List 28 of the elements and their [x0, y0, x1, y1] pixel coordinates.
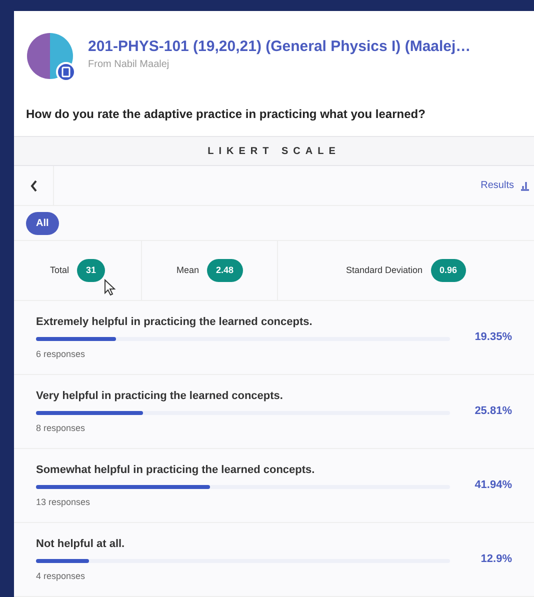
filter-chip[interactable]: All [26, 212, 59, 234]
stat-label: Standard Deviation [346, 264, 423, 277]
sender-name: From Nabil Maalej [88, 58, 170, 72]
course-title[interactable]: 201-PHYS-101 (19,20,21) (General Physics I) (Maalej… [88, 37, 471, 57]
section-title: LIKERT SCALE [208, 144, 340, 158]
stat-value: 0.96 [430, 258, 466, 282]
option-label: Not helpful at all. [36, 536, 126, 552]
question-text: How do you rate the adaptive practice in practicing what you learned? [26, 107, 426, 121]
option-label: Extremely helpful in practicing the learned concepts. [36, 314, 314, 330]
response-count: 4 responses [36, 570, 86, 583]
response-count: 8 responses [36, 422, 86, 435]
stat-value: 2.48 [206, 258, 243, 282]
option-label: Very helpful in practicing the learned concepts. [36, 388, 284, 404]
stat-label: Total [50, 264, 69, 277]
response-count: 13 responses [36, 496, 92, 509]
percentage: 12.9% [480, 552, 512, 568]
course-avatar-icon [26, 32, 76, 82]
stat-label: Mean [176, 264, 199, 277]
option-label: Somewhat helpful in practicing the learned concepts. [36, 462, 316, 478]
percentage: 25.81% [474, 404, 512, 420]
results-link[interactable]: Results [480, 178, 514, 193]
percentage: 41.94% [474, 478, 512, 494]
mouse-pointer-icon [104, 279, 116, 296]
back-chevron-icon[interactable] [30, 180, 38, 192]
stat-value: 31 [77, 258, 106, 282]
response-count: 6 responses [36, 348, 86, 361]
percentage: 19.35% [474, 330, 512, 346]
chart-icon[interactable] [520, 180, 530, 191]
